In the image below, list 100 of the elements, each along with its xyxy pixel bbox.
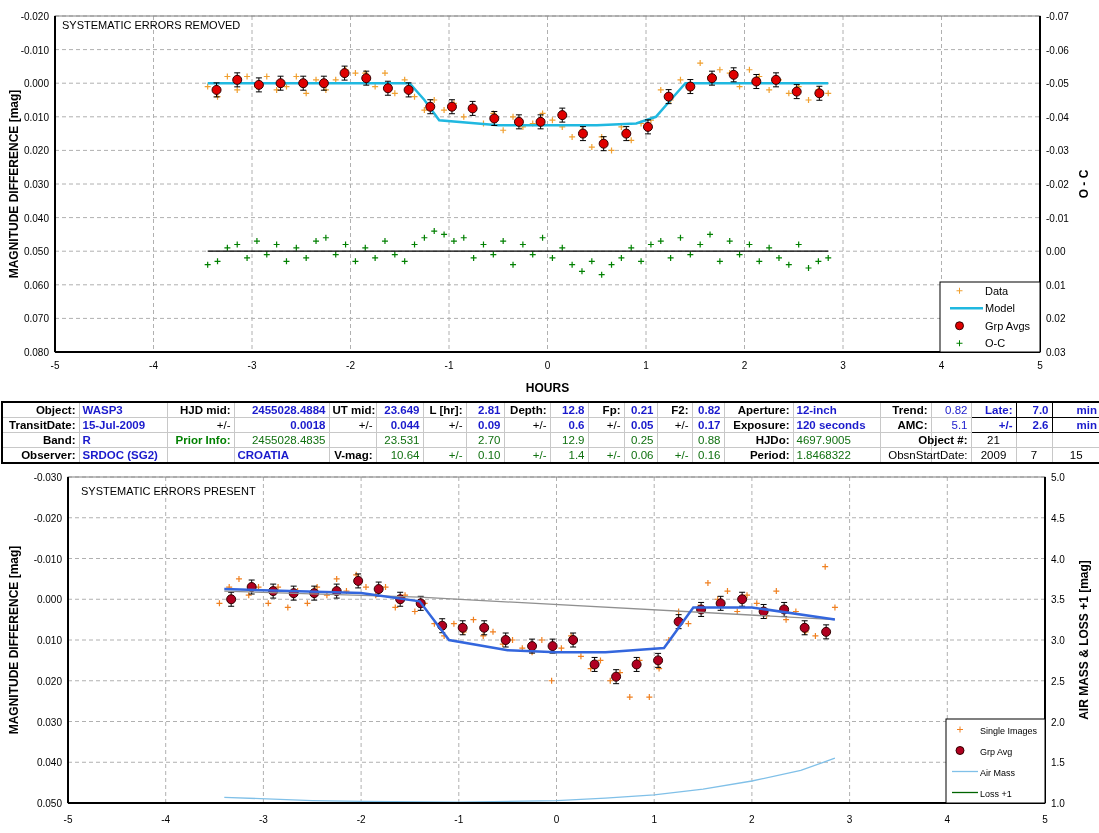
tick-label: 0.03 [1046,347,1066,358]
legend-label: Data [985,284,1009,297]
tick-label: 4.5 [1051,512,1065,524]
field-value: 2.70 [466,432,504,448]
field-value: +/- [167,417,234,433]
tick-label: 5.0 [1051,472,1065,483]
field-value: +/- [657,417,692,433]
axis-title: MAGNITUDE DIFFERENCE [mag] [7,89,21,279]
tick-label: 0.020 [23,145,49,157]
tick-label: 0.060 [23,279,49,291]
field-value: 12-inch [793,402,880,418]
field-label: HJDo: [724,432,793,448]
field-value: 21 [971,432,1016,448]
field-value: 23.531 [376,432,423,448]
field-label: ObsnStartDate: [888,448,968,462]
tick-label: -0.010 [20,44,49,56]
tick-label: 0.040 [23,212,49,224]
tick-label: 2.5 [1051,675,1065,687]
field-value: 5.1 [931,417,971,433]
tick-label: 0.000 [36,594,62,606]
tick-label: -0.01 [1046,212,1069,224]
tick-label: -2 [346,360,355,371]
field-value: 120 seconds [793,417,880,433]
field-value: 2455028.4835 [234,432,329,448]
field-value: +/- [329,417,376,433]
tick-label: 4 [938,360,945,371]
tick-label: 0 [544,360,551,371]
tick-label: -0.07 [1046,11,1069,22]
field-label: F2: [657,402,692,418]
field-value: 12.9 [550,432,588,448]
field-label: Depth: [504,402,550,418]
field-value: +/- [971,417,1016,433]
field-value: 0.82 [692,402,724,418]
tick-label: -0.02 [1046,179,1069,190]
axis-title: MAGNITUDE DIFFERENCE [mag] [7,545,21,735]
field-label: AMC: [880,417,931,433]
tick-label: 1.0 [1051,798,1065,809]
tick-label: 0.010 [36,635,62,646]
axis-title: AIR MASS & LOSS +1 [mag] [1077,560,1091,720]
field-value: 2455028.4884 [234,402,329,418]
tick-label: -0.06 [1046,44,1069,56]
tick-label: 0.050 [23,246,49,258]
tick-label: 0.000 [23,78,49,90]
field-value: 7.0 [1016,402,1052,418]
field-value: 0.09 [466,417,504,433]
field-label: Prior Info: [167,432,234,448]
tick-label: 0.01 [1046,279,1066,291]
field-value: 0.05 [624,417,657,433]
tick-label: -4 [161,814,171,825]
legend-label: Loss +1 [980,788,1012,799]
tick-label: 0.040 [36,757,62,769]
tick-label: 2 [741,360,748,371]
tick-label: -3 [258,814,268,825]
field-value: 2.6 [1016,417,1052,433]
tick-label: 5 [1042,814,1048,825]
field-value: 0.25 [624,432,657,448]
tick-label: 0.00 [1046,246,1066,258]
tick-label: -0.020 [20,11,49,22]
legend-label: Grp Avgs [985,319,1031,332]
field-value: 0.17 [692,417,724,433]
chart-title: SYSTEMATIC ERRORS REMOVED [62,19,241,31]
field-label: Object #: [918,433,968,447]
tick-label: 1 [651,814,657,825]
tick-label: 5 [1037,360,1043,371]
tick-label: -0.030 [33,472,62,483]
field-label: TransitDate: [2,417,79,433]
tick-label: 4.0 [1051,553,1065,565]
chart-title: SYSTEMATIC ERRORS PRESENT [81,485,256,497]
tick-label: 3 [846,814,853,825]
tick-label: 0 [553,814,560,825]
field-value: WASP3 [79,402,167,418]
field-label: Object: [2,402,79,418]
field-value: 2.81 [466,402,504,418]
field-value: 0.0018 [234,417,329,433]
tick-label: -0.05 [1046,78,1069,90]
field-value: 0.88 [692,432,724,448]
field-value: R [79,432,167,448]
legend-label: Grp Avg [980,746,1013,757]
field-label: Trend: [880,402,931,418]
field-value: Late: [971,402,1016,418]
tick-label: 2 [749,814,755,825]
tick-label: 4 [944,814,951,825]
axis-title: O - C [1077,169,1091,199]
legend-label: O-C [985,337,1006,350]
tick-label: -5 [50,360,60,371]
tick-label: -4 [149,360,158,371]
field-value: +/- [588,417,624,433]
tick-label: 2.0 [1051,716,1065,728]
field-value: +/- [423,417,466,433]
legend-label: Air Mass [980,767,1015,778]
legend-label: Model [985,302,1015,315]
tick-label: 0.020 [36,675,62,687]
tick-label: 0.030 [36,716,62,728]
field-label: Band: [2,432,79,448]
tick-label: 3.0 [1051,635,1065,646]
field-value: 23.649 [376,402,423,418]
tick-label: 0.070 [23,313,49,325]
tick-label: -1 [454,814,464,825]
field-label: Aperture: [724,402,793,418]
tick-label: 0.010 [23,111,49,123]
